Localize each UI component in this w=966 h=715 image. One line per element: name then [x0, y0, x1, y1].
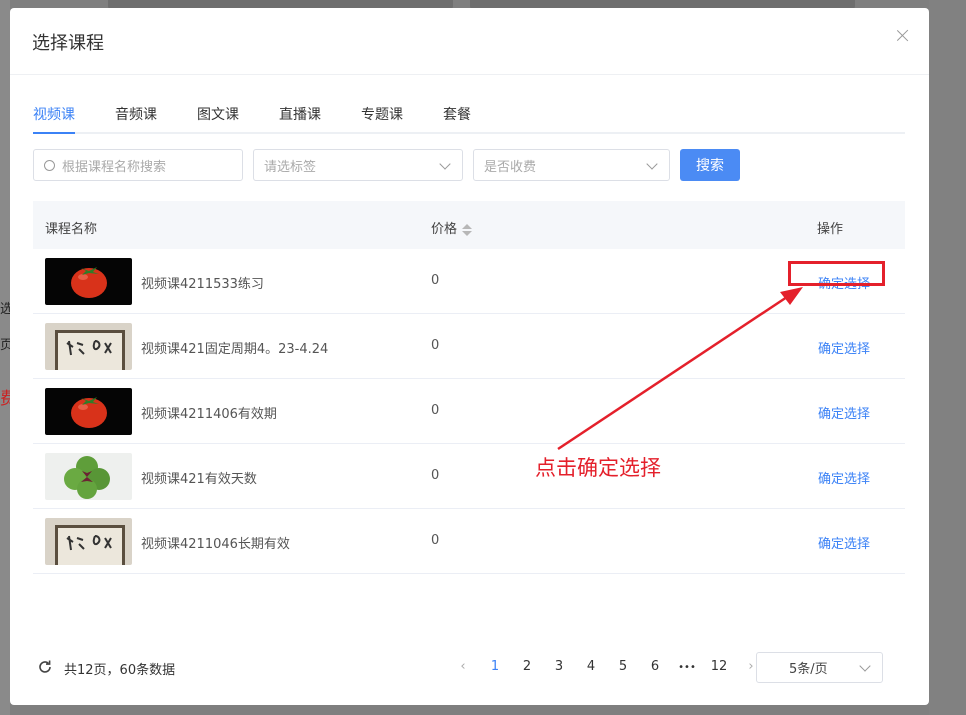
prev-page-icon[interactable]: ‹	[447, 659, 479, 676]
chevron-down-icon	[439, 158, 451, 170]
search-button[interactable]: 搜索	[680, 149, 740, 181]
column-action: 操作	[817, 222, 844, 237]
page-5[interactable]: 5	[607, 659, 639, 676]
page-6[interactable]: 6	[639, 659, 671, 676]
confirm-select-button[interactable]: 确定选择	[818, 533, 870, 552]
page-size-select[interactable]: 5条/页	[756, 652, 883, 683]
highlight-box	[788, 261, 885, 286]
annotation-text: 点击确定选择	[535, 456, 661, 480]
course-table: 课程名称 价格 操作 视频课4211533练习 0 确定选择 视频课421固定周期4。…	[33, 201, 905, 574]
total-count: 共12页，60条数据	[64, 663, 176, 678]
more-pages-icon[interactable]: •••	[671, 659, 703, 676]
tab-live[interactable]: 直播课	[279, 104, 321, 132]
course-name: 视频课4211406有效期	[141, 407, 277, 422]
course-thumbnail	[45, 453, 132, 500]
course-type-tabs: 视频课 音频课 图文课 直播课 专题课 套餐	[33, 104, 905, 134]
table-body: 视频课4211533练习 0 确定选择 视频课421固定周期4。23-4.24 0 确定选…	[33, 249, 905, 574]
search-icon	[44, 159, 55, 171]
course-price: 0	[431, 338, 440, 353]
column-price-label: 价格	[431, 222, 458, 237]
chevron-down-icon	[646, 158, 658, 170]
page-2[interactable]: 2	[511, 659, 543, 676]
pagination-bar: 共12页，60条数据 ‹ 1 2 3 4 5 6 ••• 12 › 5条/页	[37, 652, 907, 684]
chevron-down-icon	[859, 660, 871, 672]
confirm-select-button[interactable]: 确定选择	[818, 338, 870, 357]
tab-topic[interactable]: 专题课	[361, 104, 403, 132]
course-price: 0	[431, 403, 440, 418]
refresh-icon[interactable]	[37, 659, 53, 675]
search-placeholder: 根据课程名称搜索	[62, 159, 167, 175]
tag-placeholder: 请选标签	[264, 159, 317, 175]
table-row: 视频课421有效天数 0 确定选择	[33, 444, 905, 509]
page-12[interactable]: 12	[703, 659, 735, 676]
close-icon[interactable]	[895, 28, 911, 44]
course-price: 0	[431, 273, 440, 288]
course-name: 视频课4211533练习	[141, 277, 264, 292]
fee-placeholder: 是否收费	[484, 159, 537, 175]
tab-video[interactable]: 视频课	[33, 104, 75, 134]
column-course-name: 课程名称	[45, 222, 98, 237]
page-4[interactable]: 4	[575, 659, 607, 676]
fee-select[interactable]: 是否收费	[473, 149, 670, 181]
table-row: 视频课4211533练习 0 确定选择	[33, 249, 905, 314]
confirm-select-button[interactable]: 确定选择	[818, 403, 870, 422]
confirm-select-button[interactable]: 确定选择	[818, 468, 870, 487]
table-row: 视频课4211406有效期 0 确定选择	[33, 379, 905, 444]
background-text: 费	[0, 389, 10, 409]
background-left-edge	[0, 0, 10, 715]
course-price: 0	[431, 468, 440, 483]
background-right-edge	[929, 0, 966, 715]
tag-select[interactable]: 请选标签	[253, 149, 463, 181]
background-text: 页	[0, 338, 10, 353]
sort-icon[interactable]	[462, 223, 473, 237]
tab-audio[interactable]: 音频课	[115, 104, 157, 132]
dialog-title: 选择课程	[32, 33, 104, 54]
course-name: 视频课421固定周期4。23-4.24	[141, 342, 329, 357]
course-thumbnail	[45, 388, 132, 435]
tab-package[interactable]: 套餐	[443, 104, 471, 132]
course-name: 视频课4211046长期有效	[141, 537, 290, 552]
tab-article[interactable]: 图文课	[197, 104, 239, 132]
page-3[interactable]: 3	[543, 659, 575, 676]
course-thumbnail	[45, 323, 132, 370]
course-select-dialog: 选择课程 视频课 音频课 图文课 直播课 专题课 套餐 根据课程名称搜索 请选标…	[10, 8, 929, 705]
column-price[interactable]: 价格	[431, 218, 473, 237]
dialog-header: 选择课程	[10, 8, 929, 75]
background-text: 选	[0, 302, 10, 317]
table-row: 视频课421固定周期4。23-4.24 0 确定选择	[33, 314, 905, 379]
page-1[interactable]: 1	[479, 659, 511, 676]
course-thumbnail	[45, 518, 132, 565]
table-row: 视频课4211046长期有效 0 确定选择	[33, 509, 905, 574]
course-name: 视频课421有效天数	[141, 472, 257, 487]
page-size-value: 5条/页	[789, 662, 828, 677]
course-price: 0	[431, 533, 440, 548]
pager: ‹ 1 2 3 4 5 6 ••• 12 ›	[447, 659, 767, 676]
table-header: 课程名称 价格 操作	[33, 201, 905, 249]
search-input[interactable]: 根据课程名称搜索	[33, 149, 243, 181]
course-thumbnail	[45, 258, 132, 305]
